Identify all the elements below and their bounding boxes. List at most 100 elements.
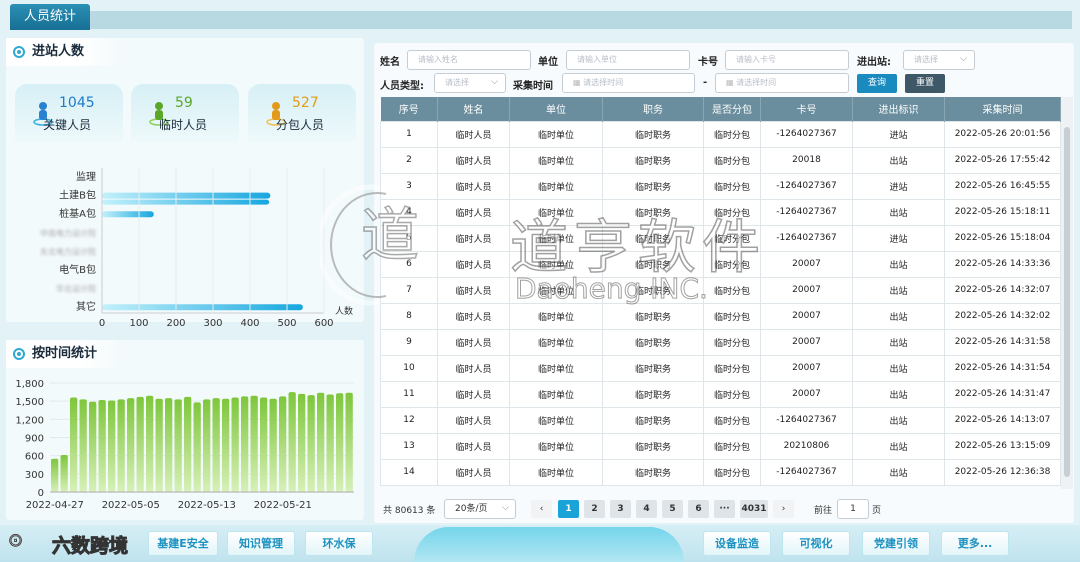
start-date-input[interactable]: ▦ 请选择时间 [562,73,695,93]
y-tick: 600 [25,452,44,463]
unit-input[interactable]: 请输入单位 [566,50,690,70]
per-page-value: 20条/页 [455,504,488,514]
table-cell: 临时人员 [437,250,510,278]
page-button[interactable]: 4 [636,500,657,518]
table-cell: 2022-05-26 16:45:55 [944,172,1061,200]
table-cell: 临时分包 [703,146,761,174]
card-label: 卡号 [698,57,718,68]
name-input[interactable]: 请输入姓名 [407,50,531,70]
table-cell: -1264027367 [760,224,853,252]
record-table: 序号 姓名 单位 职务 是否分包 卡号 进出标识 采集时间 1 临时人员 临时单位 临时职务 临时分包… [380,97,1061,486]
page-button[interactable]: ··· [714,500,735,518]
nav-equipment[interactable]: 设备监造 [703,531,771,556]
table-cell: 临时分包 [703,250,761,278]
reset-button[interactable]: 重置 [905,74,945,93]
chevron-down-icon: ⌵ [502,503,509,513]
page-button[interactable]: 5 [662,500,683,518]
table-cell: 临时职务 [602,224,704,252]
card-temp-staff[interactable]: 59 临时人员 [131,84,239,142]
x-tick: 600 [314,318,333,329]
table-cell: 进站 [852,120,945,148]
inout-select[interactable]: 请选择 ⌵ [903,50,975,70]
table-cell: 临时职务 [602,458,704,486]
bar [345,392,353,492]
table-cell: 出站 [852,354,945,382]
query-button[interactable]: 查询 [857,74,897,93]
bar-label: 土建B包 [59,189,96,202]
nav-safety[interactable]: 基建E安全 [148,531,218,556]
scrollbar-thumb[interactable] [1064,127,1070,477]
table-cell: 出站 [852,406,945,434]
next-page-button[interactable]: › [773,500,794,518]
table-row[interactable]: 13 临时人员 临时单位 临时职务 临时分包 20210806 出站 2022-05-26 1… [380,432,1061,460]
table-row[interactable]: 8 临时人员 临时单位 临时职务 临时分包 20007 出站 2022-05-26 14:32… [380,302,1061,330]
page-button[interactable]: 1 [558,500,579,518]
table-cell: 临时职务 [602,328,704,356]
table-row[interactable]: 4 临时人员 临时单位 临时职务 临时分包 -1264027367 出站 2022-05-26… [380,198,1061,226]
bar [193,402,201,492]
bar [174,399,182,492]
table-cell: 临时职务 [602,354,704,382]
bar [102,211,154,218]
y-tick: 0 [38,488,44,499]
table-row[interactable]: 3 临时人员 临时单位 临时职务 临时分包 -1264027367 进站 2022-05-26… [380,172,1061,200]
start-date-placeholder: 请选择时间 [583,78,624,87]
table-row[interactable]: 12 临时人员 临时单位 临时职务 临时分包 -1264027367 出站 2022-05-2… [380,406,1061,434]
table-row[interactable]: 9 临时人员 临时单位 临时职务 临时分包 20007 出站 2022-05-26 14:31… [380,328,1061,356]
table-cell: 2022-05-26 14:32:02 [944,302,1061,330]
end-date-input[interactable]: ▦ 请选择时间 [715,73,849,93]
card-input[interactable]: 请输入卡号 [725,50,849,70]
column-header: 职务 [602,97,704,121]
nav-party[interactable]: 党建引领 [862,531,930,556]
table-row[interactable]: 14 临时人员 临时单位 临时职务 临时分包 -1264027367 出站 2022-05-2… [380,458,1061,486]
prev-page-button[interactable]: ‹ [531,500,552,518]
table-row[interactable]: 10 临时人员 临时单位 临时职务 临时分包 20007 出站 2022-05-26 14:3… [380,354,1061,382]
bar [70,397,78,492]
table-row[interactable]: 7 临时人员 临时单位 临时职务 临时分包 20007 出站 2022-05-26 14:32… [380,276,1061,304]
card-sub-staff[interactable]: 527 分包人员 [248,84,356,142]
table-row[interactable]: 1 临时人员 临时单位 临时职务 临时分包 -1264027367 进站 2022-05-26… [380,120,1061,148]
table-cell: 2022-05-26 15:18:11 [944,198,1061,226]
vbar-svg: 1,800 1,500 1,200 900 600 300 02022-04-27 2022-… [15,379,354,511]
title-dot-icon [13,348,25,360]
page-button[interactable]: 6 [688,500,709,518]
chevron-down-icon: ⌵ [960,54,967,64]
table-cell: 出站 [852,432,945,460]
bar [269,398,277,492]
table-cell: 2022-05-26 15:18:04 [944,224,1061,252]
table-cell: 临时分包 [703,432,761,460]
page-button[interactable]: 3 [610,500,631,518]
type-placeholder: 请选择 [445,78,469,87]
table-header: 序号 姓名 单位 职务 是否分包 卡号 进出标识 采集时间 [380,97,1061,121]
nav-knowledge[interactable]: 知识管理 [227,531,295,556]
bar-label: 监理 [76,170,96,183]
tab-person-stats[interactable]: 人员统计 [10,4,90,30]
nav-more[interactable]: 更多... [941,531,1009,556]
bar [165,398,173,492]
table-cell: -1264027367 [760,406,853,434]
bar [102,304,303,311]
table-cell: 出站 [852,328,945,356]
table-cell: 2022-05-26 14:31:47 [944,380,1061,408]
y-tick: 1,800 [15,379,44,390]
tab-bar-line [90,11,1072,29]
type-select[interactable]: 请选择 ⌵ [434,73,506,93]
per-page-select[interactable]: 20条/页 ⌵ [444,499,516,519]
page-button[interactable]: 4031 [740,500,768,518]
table-row[interactable]: 5 临时人员 临时单位 临时职务 临时分包 -1264027367 进站 2022-05-26… [380,224,1061,252]
table-row[interactable]: 2 临时人员 临时单位 临时职务 临时分包 20018 出站 2022-05-26 17:55… [380,146,1061,174]
table-row[interactable]: 6 临时人员 临时单位 临时职务 临时分包 20007 出站 2022-05-26 14:33… [380,250,1061,278]
table-cell: 出站 [852,250,945,278]
goto-input[interactable]: 1 [837,499,869,519]
table-scrollbar[interactable] [1061,97,1073,489]
table-row[interactable]: 11 临时人员 临时单位 临时职务 临时分包 20007 出站 2022-05-26 14:3… [380,380,1061,408]
card-key-staff[interactable]: 1045 关键人员 [15,84,123,142]
brand-logo-icon: ⊙ [7,530,24,552]
table-cell: 2022-05-26 14:13:07 [944,406,1061,434]
table-cell: 20007 [760,276,853,304]
inout-placeholder: 请选择 [914,55,938,64]
nav-environment[interactable]: 环水保 [305,531,373,556]
page-button[interactable]: 2 [584,500,605,518]
table-cell: 临时人员 [437,380,510,408]
nav-visual[interactable]: 可视化 [782,531,850,556]
